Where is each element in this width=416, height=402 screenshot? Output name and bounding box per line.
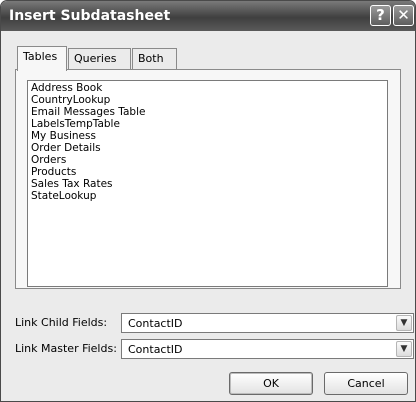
list-item[interactable]: StateLookup	[31, 190, 384, 202]
list-item[interactable]: Products	[31, 166, 384, 178]
table-listbox[interactable]: Address Book CountryLookup Email Message…	[27, 80, 388, 287]
ok-button[interactable]: OK	[229, 372, 313, 395]
link-child-fields-value: ContactID	[128, 317, 183, 330]
list-item[interactable]: Sales Tax Rates	[31, 178, 384, 190]
chevron-down-icon[interactable]: ▼	[396, 315, 412, 331]
list-item[interactable]: Order Details	[31, 142, 384, 154]
list-item[interactable]: LabelsTempTable	[31, 118, 384, 130]
chevron-down-icon[interactable]: ▼	[396, 341, 412, 357]
dialog-title: Insert Subdatasheet	[9, 8, 171, 24]
title-bar[interactable]: Insert Subdatasheet ? ✕	[1, 1, 415, 31]
list-item[interactable]: Address Book	[31, 82, 384, 94]
list-item[interactable]: CountryLookup	[31, 94, 384, 106]
tab-tables[interactable]: Tables	[17, 46, 67, 71]
cancel-button[interactable]: Cancel	[324, 372, 408, 395]
list-item[interactable]: Email Messages Table	[31, 106, 384, 118]
help-icon[interactable]: ?	[370, 5, 391, 26]
link-master-fields-value: ContactID	[128, 343, 183, 356]
link-child-fields-combo[interactable]: ContactID ▼	[121, 313, 414, 333]
link-master-fields-label: Link Master Fields:	[15, 342, 117, 355]
list-item[interactable]: Orders	[31, 154, 384, 166]
tab-both[interactable]: Both	[132, 48, 177, 69]
tab-queries[interactable]: Queries	[68, 48, 131, 69]
close-icon[interactable]: ✕	[393, 5, 414, 26]
link-master-fields-combo[interactable]: ContactID ▼	[121, 339, 414, 359]
link-child-fields-label: Link Child Fields:	[15, 316, 108, 329]
list-item[interactable]: My Business	[31, 130, 384, 142]
